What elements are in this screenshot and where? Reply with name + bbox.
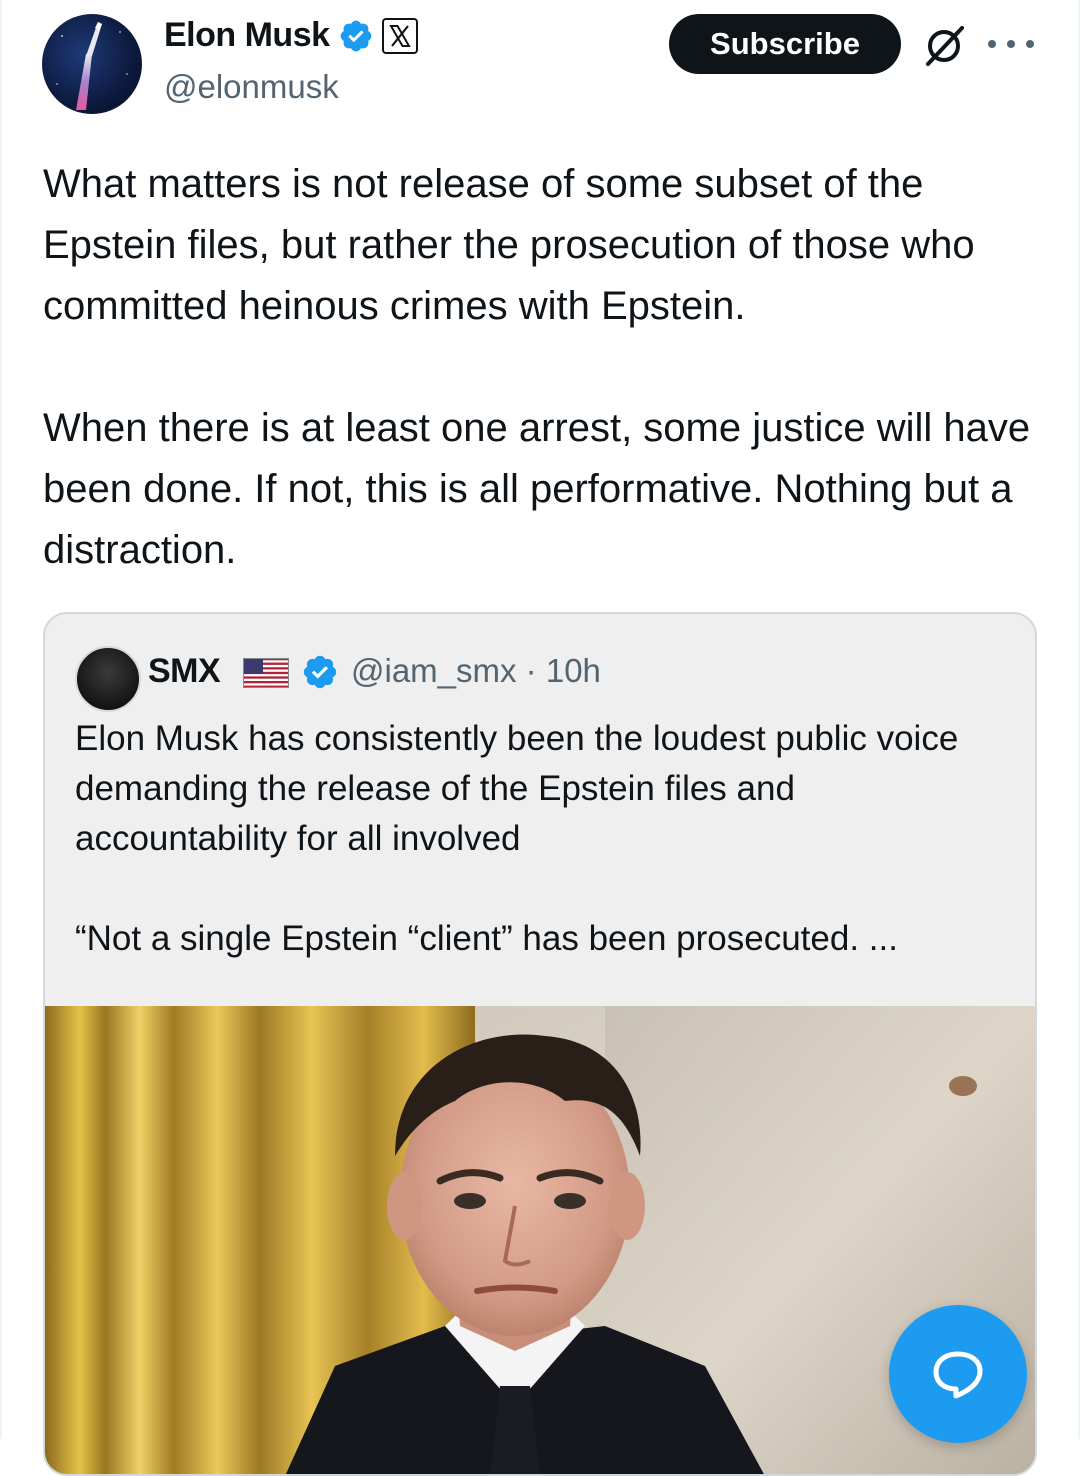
more-dot xyxy=(1026,40,1034,48)
grok-icon[interactable] xyxy=(920,20,970,70)
author-name-row[interactable]: Elon Musk xyxy=(164,16,418,55)
quoted-author-avatar[interactable] xyxy=(75,646,141,712)
tweet-text: What matters is not release of some subs… xyxy=(43,162,1031,572)
quoted-tweet-text: Elon Musk has consistently been the loud… xyxy=(75,719,959,958)
more-dot xyxy=(988,40,996,48)
compose-reply-icon xyxy=(930,1346,986,1402)
compose-reply-button[interactable] xyxy=(889,1305,1027,1443)
more-dot xyxy=(1007,40,1015,48)
frame-border-left xyxy=(0,0,2,1439)
quoted-tweet-photo[interactable] xyxy=(45,1006,1035,1474)
quoted-tweet-card[interactable]: SMX @iam_smx · 10h Elon Musk has consist… xyxy=(43,612,1037,1476)
us-flag-icon xyxy=(243,658,289,688)
quoted-author-name[interactable]: SMX xyxy=(148,652,221,691)
quoted-verified-badge-icon[interactable] xyxy=(301,653,339,691)
verified-badge-icon[interactable] xyxy=(338,18,374,54)
quoted-handle-time[interactable]: @iam_smx · 10h xyxy=(351,652,601,690)
author-display-name[interactable]: Elon Musk xyxy=(164,16,330,55)
subscribe-button[interactable]: Subscribe xyxy=(669,14,901,74)
more-icon[interactable] xyxy=(988,24,1034,64)
x-logo-icon[interactable] xyxy=(381,17,418,54)
author-avatar[interactable] xyxy=(42,14,142,114)
author-handle[interactable]: @elonmusk xyxy=(164,68,339,106)
